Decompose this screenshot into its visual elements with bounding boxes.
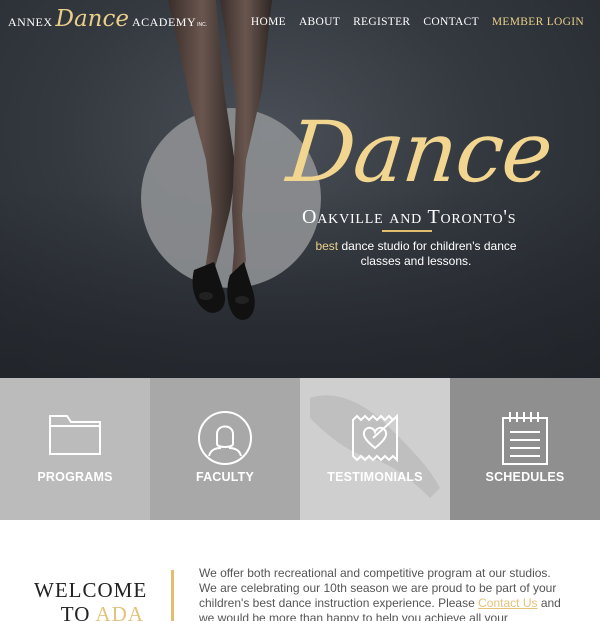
welcome-heading-line1: WELCOME — [34, 578, 148, 602]
folder-icon — [49, 415, 101, 455]
person-icon — [198, 411, 252, 465]
logo-word-dance: Dance — [55, 6, 129, 32]
hero-tagline: best dance studio for children's dance c… — [300, 239, 532, 269]
hero-title: Dance — [282, 103, 557, 201]
dancer-legs-image — [168, 0, 272, 320]
tagline-text: dance studio for children's dance classe… — [338, 239, 517, 268]
nav-contact[interactable]: CONTACT — [423, 16, 478, 28]
hero-banner: ANNEX Dance ACADEMY INC. HOME ABOUT REGI… — [0, 0, 600, 378]
logo-word-annex: ANNEX — [8, 15, 53, 29]
notepad-icon — [502, 412, 548, 465]
tile-faculty-label: FACULTY — [195, 470, 255, 484]
main-nav: HOME ABOUT REGISTER CONTACT MEMBER LOGIN — [251, 16, 584, 28]
tagline-highlight: best — [315, 239, 339, 253]
welcome-text: We offer both recreational and competiti… — [199, 566, 571, 621]
welcome-divider — [171, 570, 174, 621]
welcome-heading: WELCOME TO ADA — [34, 578, 148, 621]
tile-programs-label: PROGRAMS — [37, 470, 113, 484]
logo-inc-mark: INC. — [197, 22, 208, 28]
nav-member-login[interactable]: MEMBER LOGIN — [492, 16, 584, 28]
site-logo[interactable]: ANNEX Dance ACADEMY INC. — [8, 8, 207, 34]
tile-programs[interactable]: PROGRAMS — [0, 378, 150, 520]
tile-schedules[interactable]: SCHEDULES — [450, 378, 600, 520]
tile-schedules-label: SCHEDULES — [485, 470, 565, 484]
nav-about[interactable]: ABOUT — [299, 16, 340, 28]
welcome-heading-to: TO — [60, 602, 96, 621]
welcome-section: WELCOME TO ADA We offer both recreationa… — [0, 520, 600, 621]
contact-us-link[interactable]: Contact Us — [478, 596, 537, 610]
welcome-heading-line2: TO ADA — [34, 602, 144, 621]
tile-testimonials[interactable]: TESTIMONIALS — [300, 378, 450, 520]
hero-subtitle: Oakville and Toronto's — [302, 206, 516, 229]
hero-subtitle-text: Oakville and Toronto's — [302, 206, 517, 228]
tile-testimonials-label: TESTIMONIALS — [327, 470, 423, 484]
heart-stamp-icon — [352, 413, 398, 463]
feature-tiles: PROGRAMS FACULTY TESTIMONIALS SCHEDULES — [0, 378, 600, 520]
logo-word-academy: ACADEMY — [131, 15, 197, 29]
nav-register[interactable]: REGISTER — [353, 16, 410, 28]
tile-faculty[interactable]: FACULTY — [150, 378, 300, 520]
page: ANNEX Dance ACADEMY INC. HOME ABOUT REGI… — [0, 0, 600, 621]
nav-home[interactable]: HOME — [251, 16, 286, 28]
hero-divider — [382, 230, 432, 232]
welcome-heading-ada: ADA — [95, 602, 144, 621]
